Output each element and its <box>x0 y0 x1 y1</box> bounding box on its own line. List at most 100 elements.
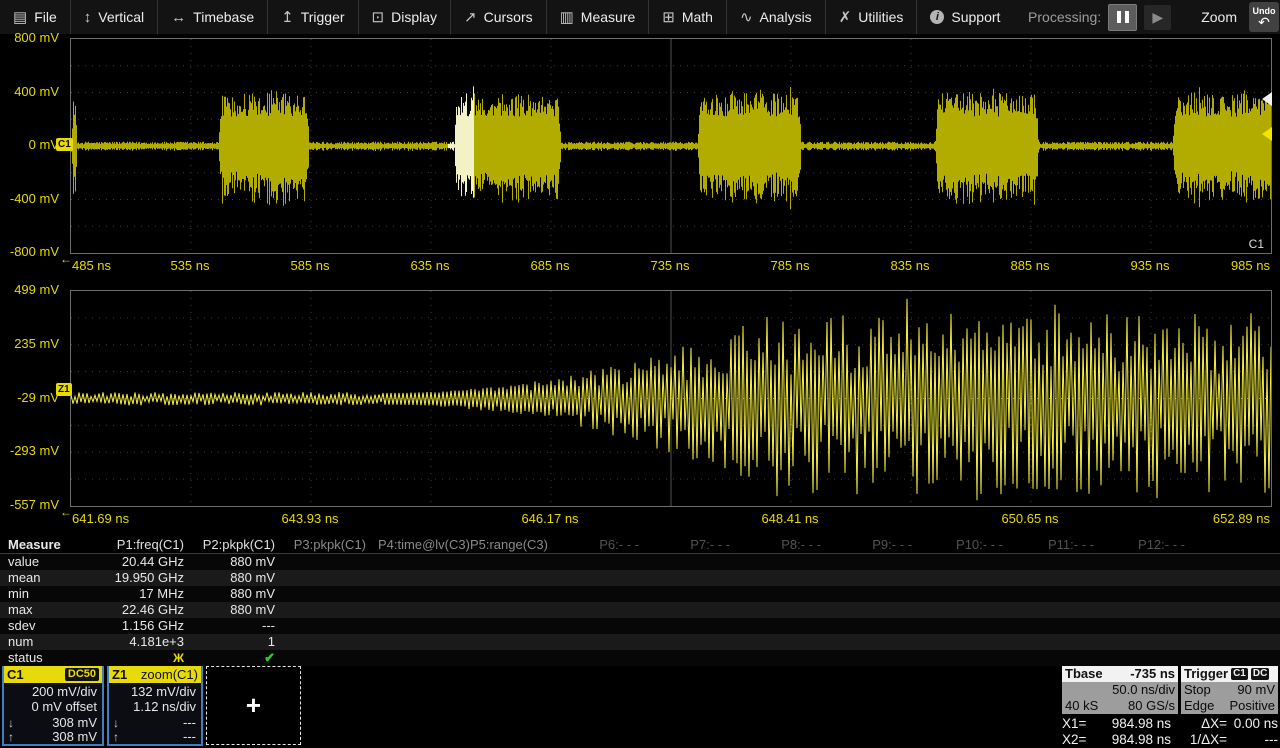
processing-group: Processing: ▶ <box>1028 4 1171 31</box>
menu-item-display[interactable]: ⊡ Display <box>358 0 450 34</box>
x-axis-label: 735 ns <box>650 258 689 273</box>
display-monitor-icon: ⊡ <box>372 10 385 25</box>
y-axis-label: -800 mV <box>10 244 59 259</box>
x1-value: 984.98 ns <box>1095 716 1171 732</box>
trigger-level-marker[interactable] <box>1262 127 1272 141</box>
y-axis-label: -29 mV <box>17 390 59 405</box>
trigger-label: Trigger <box>1184 666 1228 682</box>
c1-corner-label: C1 <box>1249 237 1264 251</box>
menu-item-label: Vertical <box>98 9 144 25</box>
y-axis-label: -557 mV <box>10 497 59 512</box>
x-axis-label: 648.41 ns <box>761 511 818 526</box>
menu-item-timebase[interactable]: ↔ Timebase <box>157 0 267 34</box>
x-axis-label: 535 ns <box>170 258 209 273</box>
menu-bar: ▤File↕Vertical ↔ Timebase ↥Trigger ⊡ Display ↗… <box>0 0 1280 35</box>
x-axis-label: 643.93 ns <box>281 511 338 526</box>
cursor-up-icon: ↑ <box>8 730 14 744</box>
bottom-bar: C1 DC50 200 mV/div 0 mV offset ↓ 308 mV … <box>0 666 1280 748</box>
measure-cell-p2-min: 880 mV <box>196 586 287 602</box>
c1-descriptor-name: C1 <box>7 666 24 683</box>
menu-item-measure[interactable]: ▥Measure <box>546 0 649 34</box>
measure-col-header-p10[interactable]: P10:- - - <box>924 537 1015 553</box>
timebase-arrows-icon: ↔ <box>171 10 186 25</box>
z1-descriptor-box[interactable]: Z1 zoom(C1) 132 mV/div 1.12 ns/div ↓ ---… <box>107 666 203 746</box>
trigger-time-marker[interactable] <box>1262 92 1272 106</box>
zoom-label: Zoom <box>1201 9 1237 25</box>
x-axis-label: 635 ns <box>410 258 449 273</box>
cursor-down-icon: ↓ <box>8 716 14 730</box>
measure-cell-p2-max: 880 mV <box>196 602 287 618</box>
graph-z1: 499 mV235 mV-29 mV-293 mV-557 mV Z1 ← 64… <box>0 286 1280 534</box>
undo-arrow-icon: ↶ <box>1258 16 1270 28</box>
z1-channel-badge[interactable]: Z1 <box>56 383 72 396</box>
z1-cursor-down-value: --- <box>183 716 196 730</box>
tbase-delay: -735 ns <box>1130 666 1175 682</box>
menu-item-math[interactable]: ⊞ Math <box>648 0 726 34</box>
measure-col-header-p6[interactable]: P6:- - - <box>560 537 651 553</box>
z1-descriptor-name: Z1 <box>112 666 127 683</box>
tbase-samples: 40 kS <box>1065 698 1098 714</box>
x-axis-label: 650.65 ns <box>1001 511 1058 526</box>
y-axis-label: 499 mV <box>14 282 59 297</box>
measure-col-header-p9[interactable]: P9:- - - <box>833 537 924 553</box>
x-axis-label: 785 ns <box>770 258 809 273</box>
menu-item-label: Trigger <box>301 9 345 25</box>
x-axis-label: 985 ns <box>1231 258 1270 273</box>
c1-descriptor-box[interactable]: C1 DC50 200 mV/div 0 mV offset ↓ 308 mV … <box>2 666 104 746</box>
play-icon: ▶ <box>1152 9 1163 26</box>
menu-item-label: Analysis <box>760 9 812 25</box>
menu-item-file[interactable]: ▤File <box>0 0 70 34</box>
menu-item-label: Math <box>682 9 713 25</box>
undo-button[interactable]: Undo ↶ <box>1249 2 1279 32</box>
y-axis-label: 400 mV <box>14 84 59 99</box>
menu-items: ▤File↕Vertical ↔ Timebase ↥Trigger ⊡ Display ↗… <box>0 0 1013 34</box>
add-trace-button[interactable]: + <box>206 666 301 745</box>
measure-col-header-p12[interactable]: P12:- - - <box>1106 537 1197 553</box>
measure-col-header-p11[interactable]: P11:- - - <box>1015 537 1106 553</box>
trigger-descriptor-box[interactable]: Trigger C1 DC Stop 90 mV Edge Positive <box>1181 666 1278 714</box>
measure-col-header-p1[interactable]: P1:freq(C1) <box>105 537 196 553</box>
measure-col-header-p2[interactable]: P2:pkpk(C1) <box>196 537 287 553</box>
math-calculator-icon: ⊞ <box>662 10 675 25</box>
menu-item-label: Cursors <box>484 9 533 25</box>
x-axis-label: 885 ns <box>1010 258 1049 273</box>
z1-plot-area[interactable]: Z1 <box>70 290 1272 507</box>
trigger-mode: Stop <box>1184 682 1211 698</box>
x-axis-label: 585 ns <box>290 258 329 273</box>
menu-item-label: Utilities <box>858 9 903 25</box>
status-ok-icon: ✔ <box>264 650 275 665</box>
menu-item-vertical[interactable]: ↕Vertical <box>70 0 157 34</box>
menu-item-trigger[interactable]: ↥Trigger <box>267 0 357 34</box>
trigger-source-badge: C1 <box>1231 668 1248 680</box>
measure-cell-p1-status: Ж <box>105 650 196 666</box>
measure-row-label: num <box>0 634 105 650</box>
x-axis-label: 685 ns <box>530 258 569 273</box>
x-axis-label: 646.17 ns <box>521 511 578 526</box>
menu-item-label: Timebase <box>193 9 254 25</box>
measure-col-header-p3[interactable]: P3:pkpk(C1) <box>287 537 378 553</box>
measure-col-header-p5[interactable]: P5:range(C3) <box>469 537 560 553</box>
c1-plot-area[interactable]: C1 C1 <box>70 38 1272 254</box>
menu-item-label: Display <box>391 9 437 25</box>
x-axis-label: 935 ns <box>1130 258 1169 273</box>
measure-col-header-p7[interactable]: P7:- - - <box>651 537 742 553</box>
cursor-pointer-icon: ↗ <box>464 10 477 25</box>
support-info-icon: i <box>930 10 944 24</box>
measure-cell-p1-mean: 19.950 GHz <box>105 570 196 586</box>
menu-item-cursors[interactable]: ↗ Cursors <box>450 0 546 34</box>
c1-offset: 0 mV offset <box>8 699 97 714</box>
measure-col-header-p4[interactable]: P4:time@lv(C3) <box>378 537 469 553</box>
menu-item-analysis[interactable]: ∿Analysis <box>726 0 825 34</box>
measure-row-label: status <box>0 650 105 666</box>
processing-play-button[interactable]: ▶ <box>1144 5 1171 30</box>
oscilloscope-app: ▤File↕Vertical ↔ Timebase ↥Trigger ⊡ Display ↗… <box>0 0 1280 748</box>
timebase-descriptor-box[interactable]: Tbase -735 ns 50.0 ns/div 40 kS 80 GS/s <box>1062 666 1178 714</box>
inv-dx-value: --- <box>1227 732 1278 748</box>
measure-col-header-p8[interactable]: P8:- - - <box>742 537 833 553</box>
measure-row-label: min <box>0 586 105 602</box>
x-axis-label: 835 ns <box>890 258 929 273</box>
processing-pause-button[interactable] <box>1108 4 1137 31</box>
c1-channel-badge[interactable]: C1 <box>56 138 73 151</box>
menu-item-support[interactable]: iSupport <box>916 0 1013 34</box>
menu-item-utilities[interactable]: ✗Utilities <box>825 0 917 34</box>
